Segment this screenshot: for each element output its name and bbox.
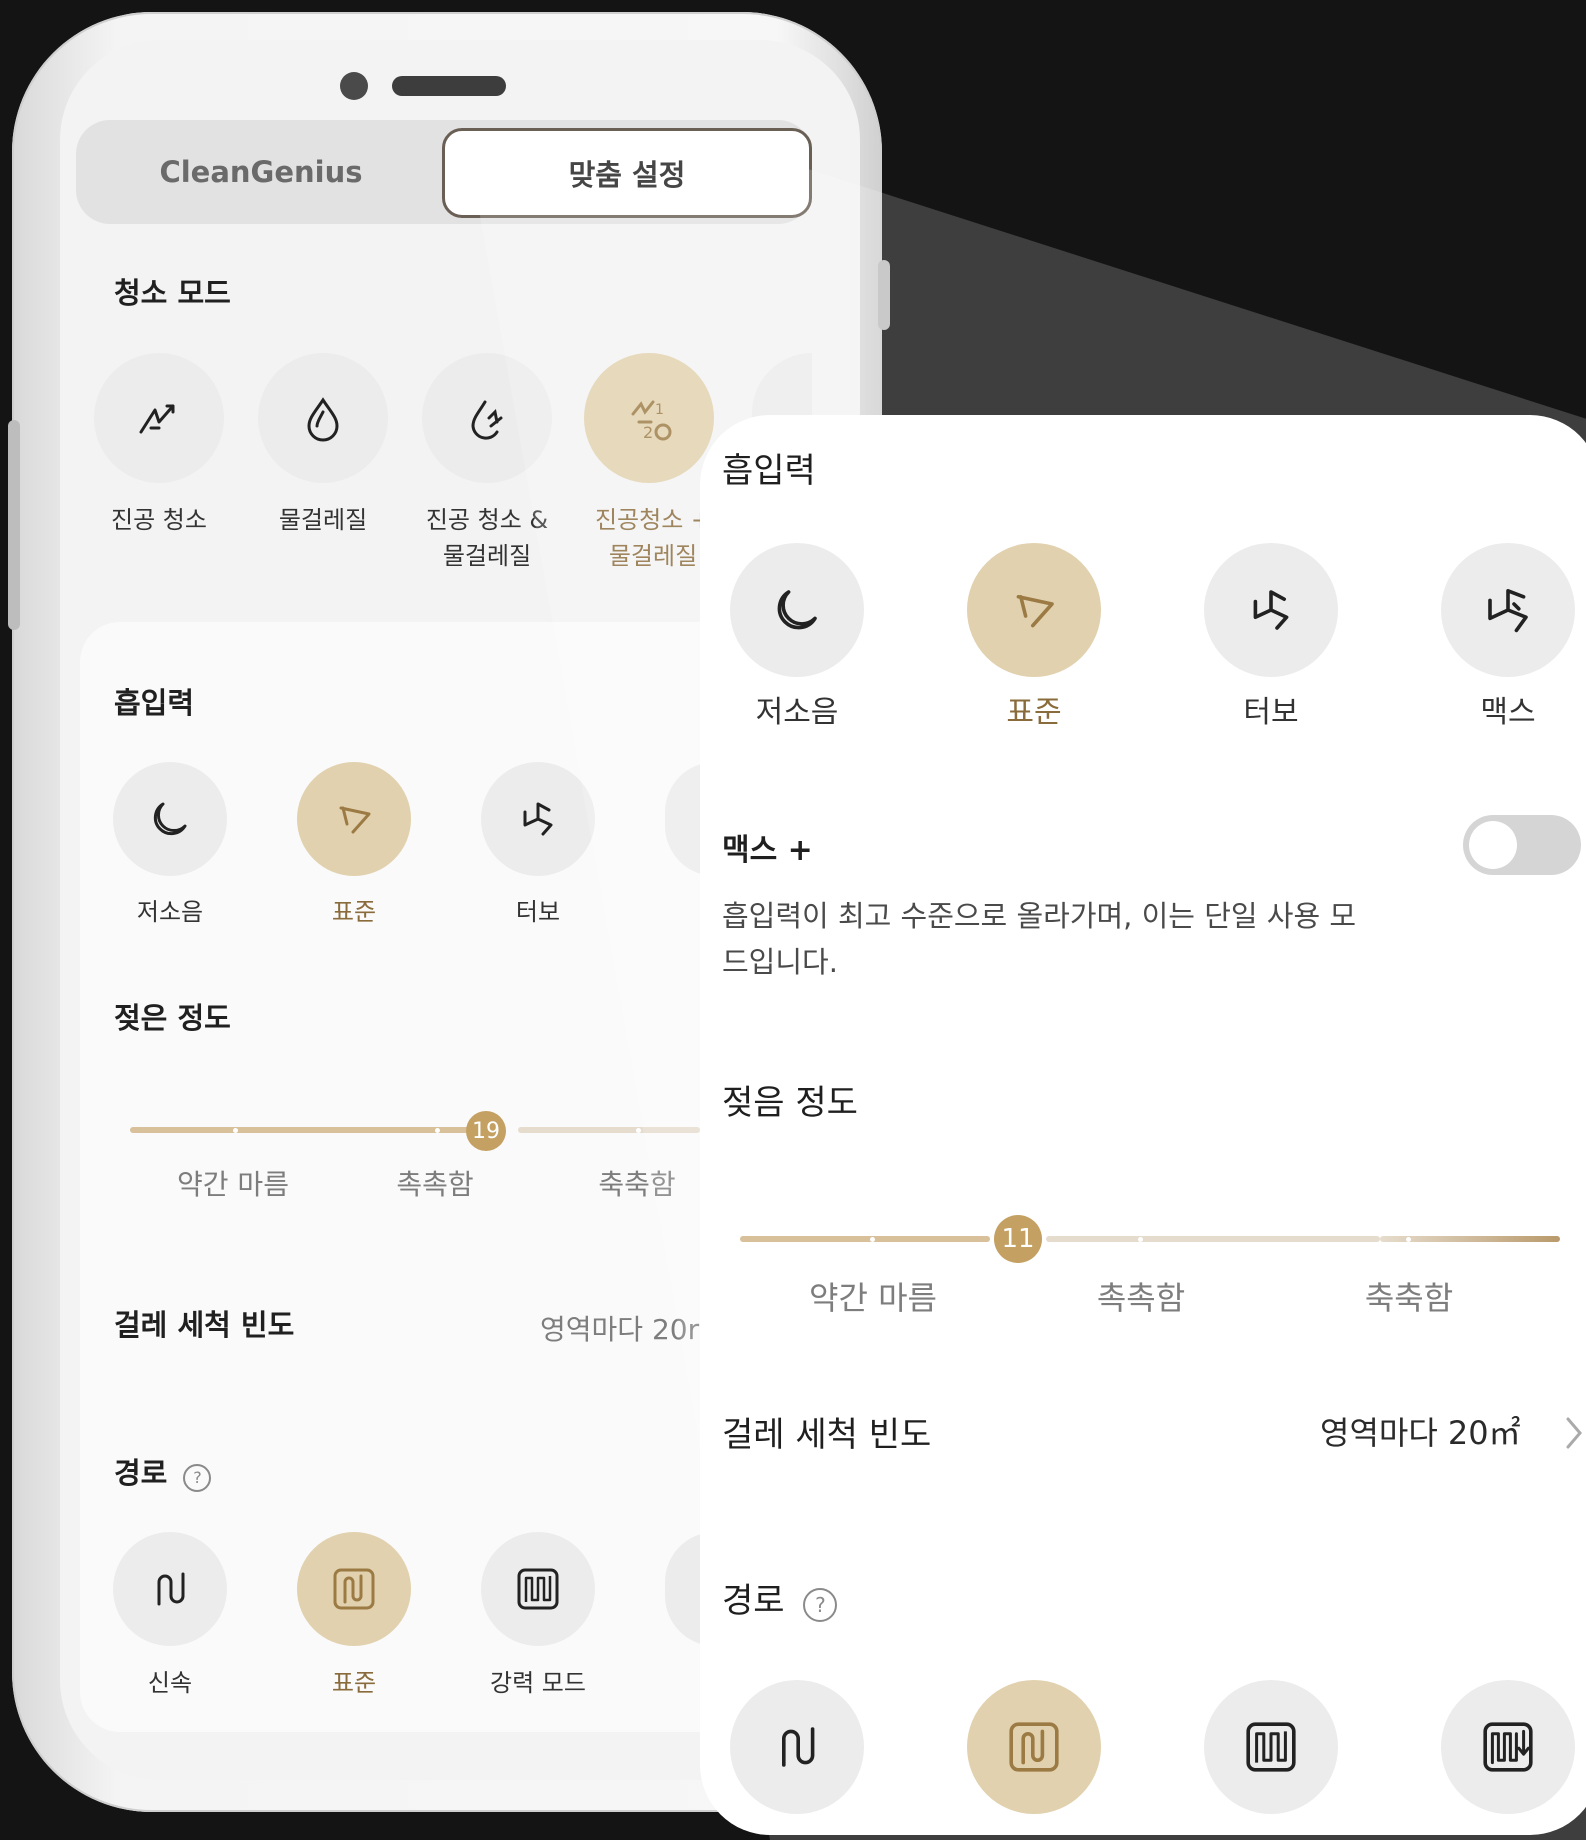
route-standard-icon xyxy=(333,1568,375,1610)
mop-wash-title: 걸레 세척 빈도 xyxy=(114,1308,295,1342)
suction-max[interactable] xyxy=(1441,543,1575,677)
wetness-label: 축축함 xyxy=(1364,1279,1454,1317)
help-icon[interactable]: ? xyxy=(803,1588,838,1622)
suction-quiet[interactable] xyxy=(730,543,864,677)
suction-label: 맥스 xyxy=(1480,695,1536,730)
wetness-tick xyxy=(870,1237,875,1242)
route-deep[interactable] xyxy=(1441,1680,1575,1814)
wetness-title: 젖은 정도 xyxy=(114,1001,231,1035)
wetness-track-filled xyxy=(740,1236,990,1242)
fan-turbo-icon xyxy=(1253,590,1289,630)
suction-label: 표준 xyxy=(331,898,377,926)
wetness-tick xyxy=(435,1128,440,1133)
clean-mode-vacuum[interactable] xyxy=(94,353,224,483)
wetness-label: 약간 마름 xyxy=(809,1279,937,1317)
vacuum-icon xyxy=(139,404,175,434)
mop-wash-title: 걸레 세척 빈도 xyxy=(722,1415,932,1455)
tab-cleangenius[interactable]: CleanGenius xyxy=(76,120,446,224)
suction-standard[interactable] xyxy=(297,762,411,876)
phone-side-button xyxy=(8,420,20,630)
wetness-title: 젖음 정도 xyxy=(722,1083,858,1123)
route-quick-icon xyxy=(157,1572,185,1606)
route-title: 경로 ? xyxy=(722,1573,838,1622)
max-plus-toggle[interactable] xyxy=(1463,815,1581,875)
route-label: 표준 xyxy=(331,1669,377,1697)
suction-label: 저소음 xyxy=(755,695,839,730)
wetness-tick xyxy=(1406,1237,1411,1242)
fan-max-icon xyxy=(1488,589,1528,633)
suction-title: 흡입력 xyxy=(114,686,195,720)
clean-mode-title: 청소 모드 xyxy=(114,276,231,310)
route-intensive[interactable] xyxy=(1204,1680,1338,1814)
mop-wash-value[interactable]: 영역마다 20㎡ xyxy=(1320,1408,1521,1454)
route-quick-icon xyxy=(782,1727,815,1767)
suction-label: 터보 xyxy=(1243,695,1299,730)
suction-title: 흡입력 xyxy=(722,451,816,491)
wetness-track-empty xyxy=(1046,1236,1380,1242)
wetness-tick xyxy=(233,1128,238,1133)
wetness-slider-knob[interactable]: 11 xyxy=(994,1215,1042,1263)
chevron-right-icon[interactable] xyxy=(1562,1413,1586,1453)
route-quick[interactable] xyxy=(730,1680,864,1814)
max-plus-description: 흡입력이 최고 수준으로 올라가며, 이는 단일 사용 모 드입니다. xyxy=(722,899,1357,979)
route-intensive-icon xyxy=(1246,1722,1296,1772)
wetness-label: 촉촉함 xyxy=(1096,1279,1186,1317)
route-quick[interactable] xyxy=(113,1532,227,1646)
route-deep-icon xyxy=(1483,1722,1533,1772)
suction-turbo[interactable] xyxy=(1204,543,1338,677)
water-drop-icon xyxy=(307,397,339,442)
clean-mode-mop[interactable] xyxy=(258,353,388,483)
route-label: 신속 xyxy=(147,1669,193,1697)
max-plus-title: 맥스 + xyxy=(722,833,813,868)
suction-label: 저소음 xyxy=(136,898,204,926)
fan-standard-icon xyxy=(339,806,371,834)
suction-standard[interactable] xyxy=(967,543,1101,677)
moon-icon xyxy=(777,590,817,630)
route-standard[interactable] xyxy=(967,1680,1101,1814)
clean-mode-label: 진공 청소 xyxy=(111,506,207,534)
route-standard-icon xyxy=(1009,1722,1059,1772)
zoomed-settings-panel: 흡입력 저소음 표준 터보 맥스 맥스 + 흡입력이 최고 수준으로 올라가며,… xyxy=(700,415,1586,1835)
route-standard[interactable] xyxy=(297,1532,411,1646)
clean-mode-label: 물걸레질 xyxy=(278,506,368,534)
moon-icon xyxy=(153,802,187,836)
help-icon[interactable]: ? xyxy=(183,1464,212,1492)
wetness-track-filled xyxy=(130,1127,470,1133)
fan-standard-icon xyxy=(1016,595,1054,628)
wetness-label: 약간 마름 xyxy=(177,1168,289,1201)
suction-quiet[interactable] xyxy=(113,762,227,876)
camera xyxy=(340,72,368,100)
suction-label: 표준 xyxy=(1006,695,1062,730)
route-title: 경로 ? xyxy=(114,1450,212,1492)
wetness-tick xyxy=(1138,1237,1143,1242)
speaker xyxy=(392,76,506,96)
toggle-knob xyxy=(1469,821,1517,869)
